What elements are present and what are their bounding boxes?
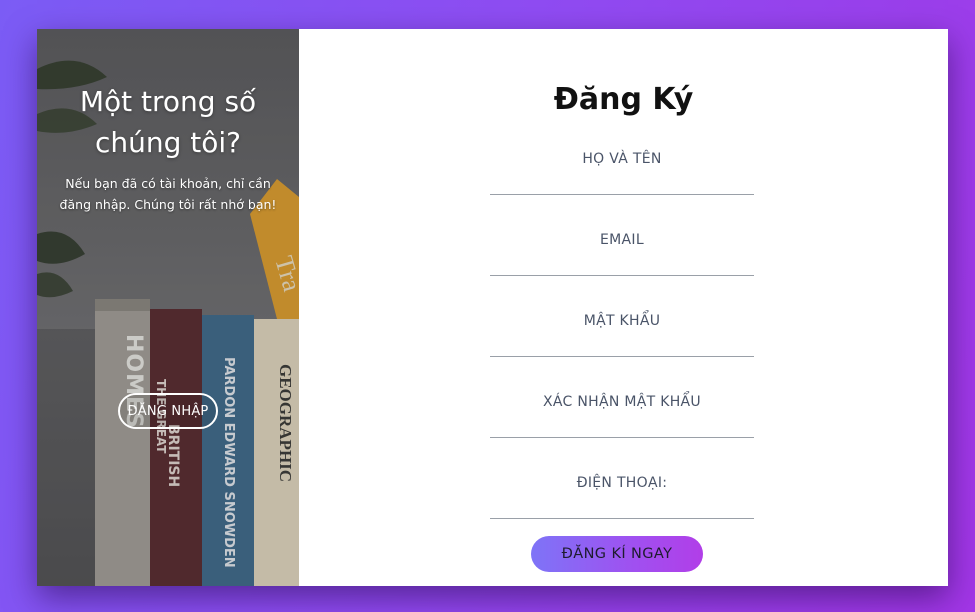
- confirm-password-field: XÁC NHẬN MẬT KHẨU: [490, 393, 754, 474]
- phone-input[interactable]: [490, 496, 754, 518]
- email-label: EMAIL: [600, 232, 644, 248]
- side-panel: Tra HOMES THE GREAT BRITISH PARDON EDWAR…: [37, 29, 299, 586]
- confirm-password-input[interactable]: [490, 415, 754, 437]
- confirm-password-label: XÁC NHẬN MẬT KHẨU: [543, 394, 701, 410]
- login-button[interactable]: ĐĂNG NHẬP: [118, 393, 218, 429]
- phone-underline: [490, 518, 754, 519]
- fullname-input[interactable]: [490, 172, 754, 194]
- side-description-line1: Nếu bạn đã có tài khoản, chỉ cần: [65, 176, 271, 191]
- side-heading-line2: chúng tôi?: [94, 126, 242, 159]
- email-field: EMAIL: [490, 231, 754, 312]
- phone-label: ĐIỆN THOẠI:: [576, 475, 668, 491]
- side-description-line2: đăng nhập. Chúng tôi rất nhớ bạn!: [59, 197, 277, 212]
- password-underline: [490, 356, 754, 357]
- password-field: MẬT KHẨU: [490, 312, 754, 393]
- register-submit-button[interactable]: ĐĂNG KÍ NGAY: [531, 536, 703, 572]
- email-input[interactable]: [490, 253, 754, 275]
- side-heading: Một trong số chúng tôi?: [37, 81, 299, 163]
- password-input[interactable]: [490, 334, 754, 356]
- fullname-label: HỌ VÀ TÊN: [582, 151, 662, 167]
- register-form: Đăng Ký HỌ VÀ TÊN EMAIL MẬT KHẨU XÁC NHẬ…: [299, 29, 948, 586]
- password-label: MẬT KHẨU: [583, 313, 661, 329]
- register-card: Tra HOMES THE GREAT BRITISH PARDON EDWAR…: [37, 29, 948, 586]
- fullname-field: HỌ VÀ TÊN: [490, 150, 754, 231]
- confirm-password-underline: [490, 437, 754, 438]
- fullname-underline: [490, 194, 754, 195]
- form-title: Đăng Ký: [553, 82, 694, 117]
- side-heading-line1: Một trong số: [79, 85, 257, 118]
- email-underline: [490, 275, 754, 276]
- side-description: Nếu bạn đã có tài khoản, chỉ cần đăng nh…: [51, 173, 285, 215]
